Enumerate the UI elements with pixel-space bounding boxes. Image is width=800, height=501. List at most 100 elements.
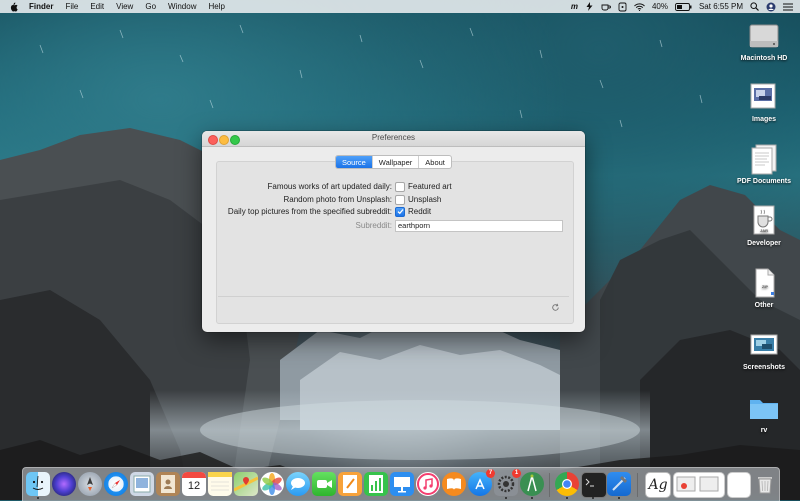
apple-menu-icon[interactable]: [9, 2, 19, 12]
menu-go[interactable]: Go: [145, 2, 156, 11]
safari-icon[interactable]: [104, 472, 128, 496]
featured-art-option[interactable]: Featured art: [395, 181, 452, 192]
menu-bar: Finder File Edit View Go Window Help m 4…: [0, 0, 800, 13]
facetime-icon[interactable]: [312, 472, 336, 496]
xcode-icon[interactable]: [607, 472, 631, 496]
desktop-icon-label: Macintosh HD: [740, 55, 788, 62]
maps-icon[interactable]: [233, 472, 259, 496]
unsplash-option[interactable]: Unsplash: [395, 194, 441, 205]
unsplash-checkbox[interactable]: [395, 194, 405, 205]
svg-text:JAR: JAR: [760, 228, 768, 233]
dock-separator: [549, 473, 550, 497]
unsplash-row: Random photo from Unsplash:: [202, 194, 393, 205]
battery-icon[interactable]: [675, 2, 692, 11]
desktop-icon-rv[interactable]: rv: [729, 391, 799, 434]
svg-text:ZIP: ZIP: [762, 284, 769, 289]
status-bolt-icon[interactable]: [585, 2, 594, 11]
downloads-stack-icon[interactable]: [727, 472, 751, 498]
window-titlebar[interactable]: Preferences: [202, 131, 585, 147]
screenshots-icon: [747, 328, 781, 362]
reddit-option[interactable]: Reddit: [395, 206, 431, 217]
photos-icon[interactable]: [260, 472, 284, 496]
keynote-icon[interactable]: [390, 472, 414, 496]
desktop-icon-macintosh-hd[interactable]: Macintosh HD: [729, 19, 799, 62]
menu-view[interactable]: View: [116, 2, 133, 11]
downloads-stack-icon[interactable]: [673, 472, 725, 498]
user-icon[interactable]: [766, 2, 776, 12]
system-preferences-icon[interactable]: 1: [494, 469, 521, 496]
launchpad-icon[interactable]: [78, 472, 102, 496]
folder-icon: [747, 391, 781, 425]
clock[interactable]: Sat 6:55 PM: [699, 2, 743, 11]
desktop-icon-pdf-documents[interactable]: PDF Documents: [729, 142, 799, 185]
running-indicator: [531, 497, 533, 499]
developer-icon: JAR: [747, 204, 781, 238]
subreddit-input[interactable]: earthporn: [395, 220, 563, 232]
featured-art-row: Famous works of art updated daily:: [202, 181, 392, 192]
desktop-icon-label: rv: [760, 427, 768, 434]
tab-source[interactable]: Source: [336, 156, 373, 168]
checkmark-icon: [397, 209, 403, 215]
reddit-label[interactable]: Reddit: [408, 207, 431, 216]
battery-percent[interactable]: 40%: [652, 2, 668, 11]
dock-separator: [637, 473, 638, 497]
unsplash-label[interactable]: Unsplash: [408, 195, 441, 204]
contacts-icon[interactable]: [156, 472, 180, 496]
books-icon[interactable]: [442, 472, 466, 496]
featured-art-checkbox[interactable]: [395, 181, 405, 192]
desktop-icon-label: Developer: [747, 240, 781, 247]
status-m-icon[interactable]: m: [571, 2, 578, 11]
reddit-description: Daily top pictures from the specified su…: [227, 207, 392, 216]
subreddit-row: Subreddit:: [202, 220, 392, 231]
trash-icon[interactable]: [753, 472, 777, 496]
app-store-icon[interactable]: 7: [468, 469, 495, 496]
dock: 12 7 1 Ag: [22, 467, 780, 501]
font-book-icon[interactable]: Ag: [645, 472, 671, 498]
desktop-icon-developer[interactable]: JAR Developer: [729, 204, 799, 247]
numbers-icon[interactable]: [364, 472, 388, 496]
messages-icon[interactable]: [286, 472, 310, 496]
preview-icon[interactable]: [130, 472, 154, 496]
menu-edit[interactable]: Edit: [90, 2, 104, 11]
reddit-row: Daily top pictures from the specified su…: [202, 206, 392, 217]
desktop-icon-label: PDF Documents: [736, 178, 792, 185]
separator: [218, 296, 569, 297]
status-cup-icon[interactable]: [601, 3, 611, 11]
unsplash-description: Random photo from Unsplash:: [283, 195, 393, 204]
spotlight-search-icon[interactable]: [750, 2, 759, 11]
status-lock-icon[interactable]: [618, 2, 627, 12]
featured-art-label[interactable]: Featured art: [408, 182, 452, 191]
hard-drive-icon: [747, 19, 781, 53]
android-studio-icon[interactable]: [520, 472, 544, 496]
terminal-icon[interactable]: [581, 472, 607, 498]
menu-help[interactable]: Help: [208, 2, 224, 11]
pages-icon[interactable]: [338, 472, 362, 496]
running-indicator: [505, 497, 507, 499]
finder-icon[interactable]: [26, 472, 50, 496]
tab-about[interactable]: About: [419, 156, 451, 168]
notes-icon[interactable]: [208, 472, 232, 496]
desktop-icon-label: Images: [751, 116, 777, 123]
desktop-icon-screenshots[interactable]: Screenshots: [729, 328, 799, 371]
notification-center-icon[interactable]: [783, 3, 793, 11]
reddit-checkbox[interactable]: [395, 206, 405, 217]
menu-file[interactable]: File: [65, 2, 78, 11]
desktop-icon-images[interactable]: Images: [729, 80, 799, 123]
siri-icon[interactable]: [52, 472, 76, 496]
wifi-icon[interactable]: [634, 2, 645, 11]
running-indicator: [37, 497, 39, 499]
pdf-documents-icon: [747, 142, 781, 176]
window-title: Preferences: [371, 133, 416, 142]
menu-finder[interactable]: Finder: [29, 2, 53, 11]
desktop-icon-other[interactable]: ZIP Other: [729, 266, 799, 309]
document-icon: ZIP: [747, 266, 781, 300]
preferences-window: Preferences Source Wallpaper About Famou…: [202, 131, 585, 332]
tab-wallpaper[interactable]: Wallpaper: [373, 156, 420, 168]
refresh-icon[interactable]: [551, 303, 560, 312]
music-icon[interactable]: [416, 472, 440, 496]
chrome-icon[interactable]: [555, 472, 579, 496]
running-indicator: [566, 497, 568, 499]
running-indicator: [618, 497, 620, 499]
menu-window[interactable]: Window: [168, 2, 196, 11]
calendar-icon[interactable]: 12: [182, 472, 206, 496]
